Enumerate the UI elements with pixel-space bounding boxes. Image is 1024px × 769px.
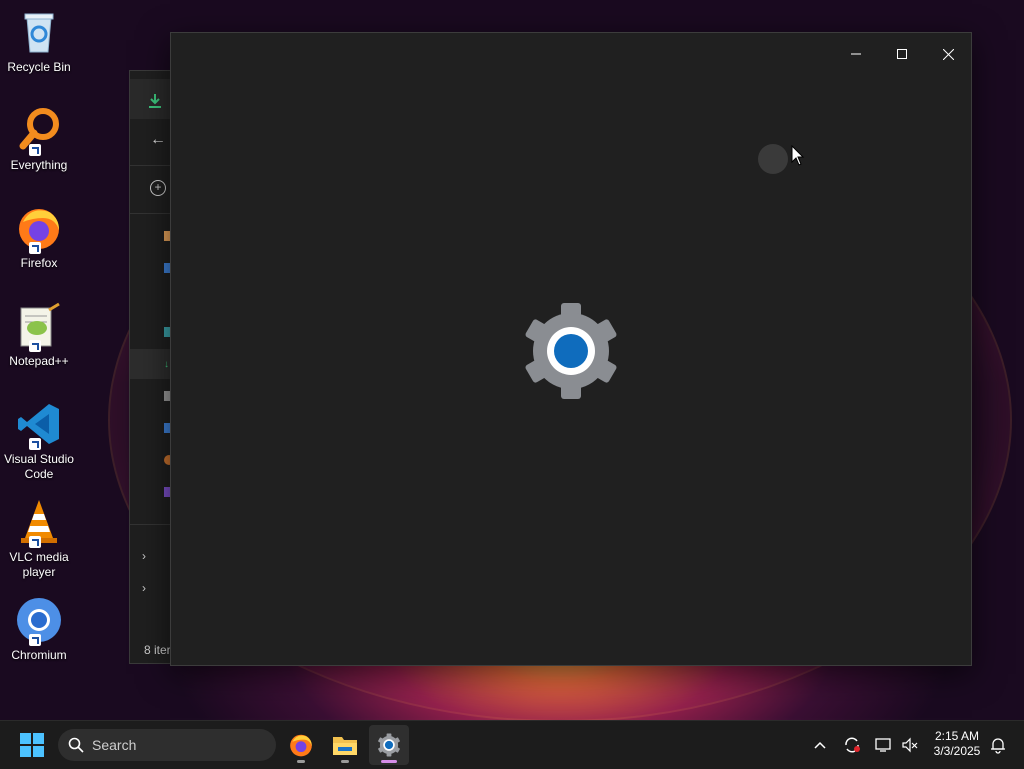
desktop-icon-label: Recycle Bin bbox=[7, 60, 71, 74]
notifications-button[interactable] bbox=[986, 721, 1010, 769]
minimize-button[interactable] bbox=[833, 39, 879, 69]
desktop-icon-recycle-bin[interactable]: Recycle Bin bbox=[0, 8, 78, 75]
maximize-button[interactable] bbox=[879, 39, 925, 69]
vlc-icon bbox=[15, 498, 63, 548]
desktop-icon-label: Chromium bbox=[11, 648, 67, 662]
show-hidden-icons-button[interactable] bbox=[808, 721, 832, 769]
network-icon bbox=[875, 738, 891, 752]
volume-muted-icon bbox=[902, 737, 918, 753]
running-indicator bbox=[341, 760, 349, 763]
clock-time: 2:15 AM bbox=[934, 729, 980, 743]
back-arrow-icon[interactable]: ← bbox=[150, 131, 166, 149]
item-count-text: 8 iter bbox=[144, 643, 171, 657]
search-placeholder: Search bbox=[92, 737, 137, 753]
loading-indicator bbox=[758, 144, 788, 174]
new-item-icon[interactable]: + bbox=[150, 180, 166, 196]
taskbar-settings[interactable] bbox=[369, 725, 409, 765]
windows-logo-icon bbox=[20, 733, 44, 757]
desktop-icon-label: Visual Studio Code bbox=[4, 452, 74, 481]
shortcut-arrow-icon bbox=[29, 144, 41, 156]
settings-icon bbox=[378, 733, 400, 757]
firefox-icon bbox=[290, 734, 312, 757]
firefox-icon bbox=[15, 204, 63, 254]
tray-sync-button[interactable] bbox=[840, 721, 864, 769]
tray-network-button[interactable] bbox=[872, 721, 896, 769]
close-icon bbox=[942, 48, 954, 60]
desktop-icon-everything[interactable]: Everything bbox=[0, 106, 78, 173]
start-button[interactable] bbox=[14, 729, 50, 761]
shortcut-arrow-icon bbox=[29, 438, 41, 450]
taskbar-file-explorer[interactable] bbox=[325, 725, 365, 765]
mouse-cursor-icon bbox=[791, 145, 805, 166]
minimize-icon bbox=[851, 53, 861, 55]
desktop-icon-label: Firefox bbox=[20, 256, 58, 270]
desktop-icon-notepadpp[interactable]: Notepad++ bbox=[0, 302, 78, 369]
bell-icon bbox=[991, 738, 1005, 754]
system-clock[interactable]: 2:15 AM 3/3/2025 bbox=[926, 729, 988, 759]
maximize-icon bbox=[897, 49, 907, 59]
chevron-up-icon bbox=[814, 741, 826, 749]
desktop-icon-label: VLC media player bbox=[9, 550, 69, 579]
desktop-icon-label: Notepad++ bbox=[9, 354, 69, 368]
file-explorer-icon bbox=[333, 737, 357, 755]
running-indicator bbox=[297, 760, 305, 763]
chromium-icon bbox=[15, 596, 63, 646]
desktop-icon-chromium[interactable]: Chromium bbox=[0, 596, 78, 663]
search-icon bbox=[68, 737, 84, 753]
tray-volume-button[interactable] bbox=[898, 721, 922, 769]
close-button[interactable] bbox=[925, 39, 971, 69]
sync-icon bbox=[845, 737, 860, 753]
taskbar: Search 2:15 AM 3/3/2025 bbox=[0, 720, 1024, 769]
recycle-bin-icon bbox=[15, 8, 63, 56]
shortcut-arrow-icon bbox=[29, 634, 41, 646]
clock-date: 3/3/2025 bbox=[933, 744, 981, 758]
active-indicator bbox=[381, 760, 397, 763]
notepad-plus-plus-icon bbox=[15, 302, 63, 352]
shortcut-arrow-icon bbox=[29, 242, 41, 254]
desktop-icon-vscode[interactable]: Visual Studio Code bbox=[0, 400, 78, 482]
desktop-icon-vlc[interactable]: VLC media player bbox=[0, 498, 78, 580]
chevron-right-icon[interactable]: › bbox=[142, 549, 146, 563]
vscode-icon bbox=[15, 400, 63, 450]
download-icon bbox=[149, 94, 161, 108]
taskbar-search-box[interactable]: Search bbox=[58, 729, 276, 761]
everything-icon bbox=[15, 106, 63, 156]
desktop-icon-firefox[interactable]: Firefox bbox=[0, 204, 78, 271]
settings-gear-icon bbox=[521, 301, 621, 401]
chevron-right-icon[interactable]: › bbox=[142, 581, 146, 595]
shortcut-arrow-icon bbox=[29, 536, 41, 548]
settings-window[interactable] bbox=[170, 32, 972, 666]
taskbar-firefox[interactable] bbox=[281, 725, 321, 765]
desktop-icon-label: Everything bbox=[10, 158, 68, 172]
shortcut-arrow-icon bbox=[29, 340, 41, 352]
